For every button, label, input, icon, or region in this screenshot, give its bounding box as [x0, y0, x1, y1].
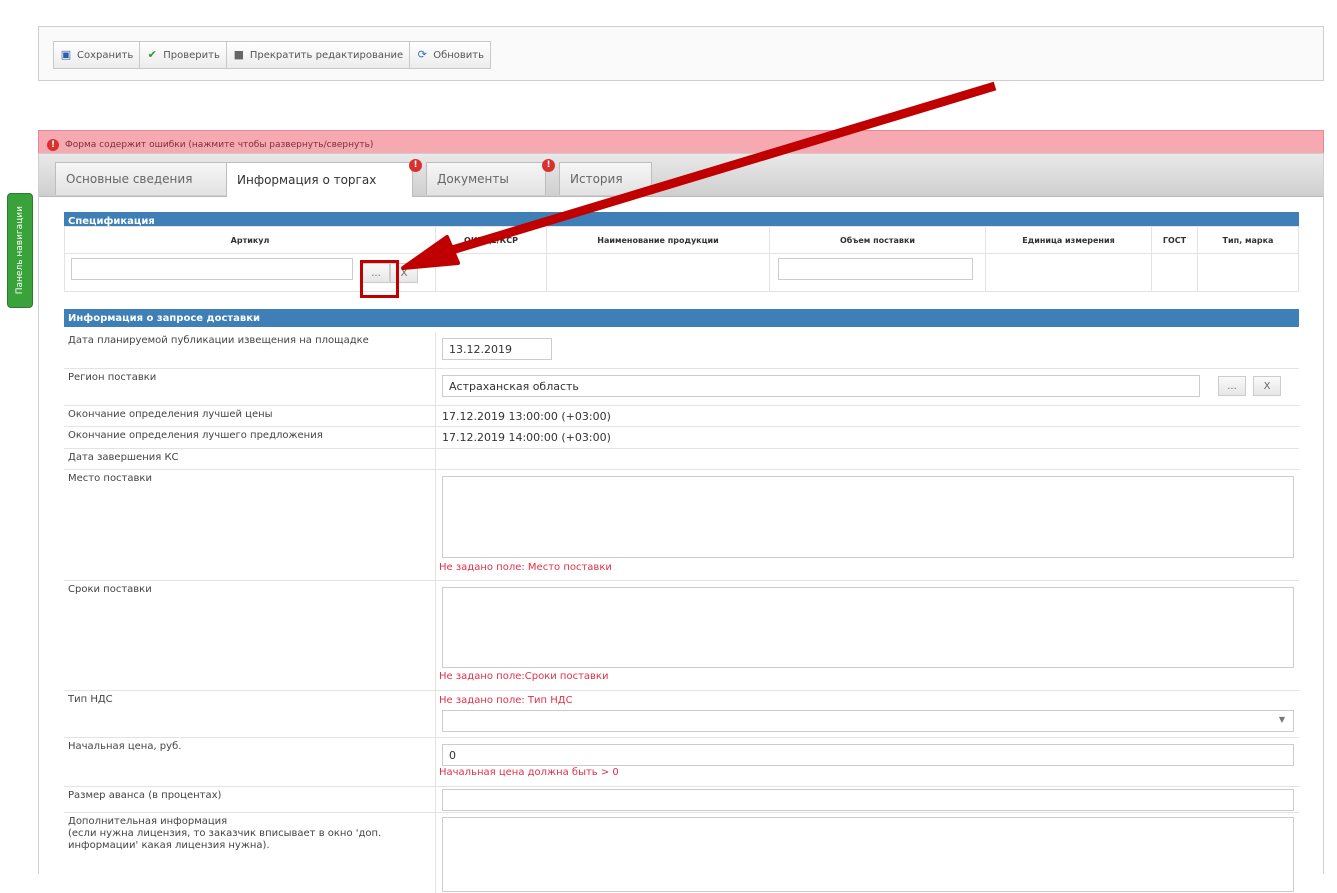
region-row: Регион поставки ... X — [64, 369, 1299, 406]
price-label: Начальная цена, руб. — [68, 741, 182, 752]
gost-cell — [1151, 253, 1198, 292]
best-price-end-label: Окончание определения лучшей цены — [68, 409, 273, 420]
terms-label: Сроки поставки — [68, 584, 152, 595]
ks-end-label: Дата завершения КС — [68, 452, 179, 463]
tab-basic-info[interactable]: Основные сведения — [55, 162, 227, 195]
floppy-disk-icon: ▣ — [60, 48, 72, 61]
col-type-brand: Тип, марка — [1197, 226, 1299, 254]
spec-table: Артикул ОКПД2/КСР Наименование продукции… — [64, 226, 1299, 292]
type-brand-cell — [1197, 253, 1299, 292]
main-panel: Основные сведения Информация о торгах ! … — [38, 153, 1324, 893]
delivery-section-title: Информация о запросе доставки — [68, 312, 261, 324]
advance-input[interactable] — [442, 789, 1294, 811]
best-offer-end-label: Окончание определения лучшего предложени… — [68, 430, 323, 441]
volume-input[interactable] — [778, 258, 973, 280]
best-offer-end-row: Окончание определения лучшего предложени… — [64, 427, 1299, 449]
refresh-icon: ⟳ — [417, 48, 427, 61]
spec-section-title: Спецификация — [68, 215, 155, 227]
region-browse-button[interactable]: ... — [1218, 376, 1246, 396]
tab-documents[interactable]: Документы ! — [426, 159, 555, 195]
tab-label: Информация о торгах — [237, 173, 377, 187]
vat-select[interactable]: ▼ — [442, 710, 1294, 732]
col-article: Артикул — [64, 226, 436, 254]
refresh-label: Обновить — [433, 49, 485, 61]
error-icon: ! — [47, 139, 59, 151]
region-clear-button[interactable]: X — [1253, 376, 1281, 396]
navigation-panel-tab[interactable]: Панель навигации — [7, 193, 33, 308]
table-row: ... X — [64, 253, 1299, 292]
save-button[interactable]: ▣ Сохранить — [53, 41, 141, 69]
volume-cell — [769, 253, 986, 292]
place-textarea[interactable] — [442, 476, 1294, 558]
vat-label: Тип НДС — [68, 694, 113, 705]
pub-date-label: Дата планируемой публикации извещения на… — [68, 335, 369, 346]
advance-label: Размер аванса (в процентах) — [68, 790, 222, 801]
region-input[interactable] — [442, 375, 1200, 397]
product-name-cell — [546, 253, 770, 292]
tab-label: Основные сведения — [66, 172, 193, 186]
price-input[interactable] — [442, 744, 1294, 766]
col-gost: ГОСТ — [1151, 226, 1198, 254]
pub-date-row: Дата планируемой публикации извещения на… — [64, 332, 1299, 369]
callout-highlight-box — [360, 260, 399, 298]
navigation-panel-label: Панель навигации — [15, 206, 25, 295]
col-okpd: ОКПД2/КСР — [435, 226, 547, 254]
col-product-name: Наименование продукции — [546, 226, 770, 254]
terms-textarea[interactable] — [442, 587, 1294, 668]
tab-error-icon: ! — [409, 159, 422, 172]
col-unit: Единица измерения — [985, 226, 1152, 254]
tab-strip: Основные сведения Информация о торгах ! … — [39, 154, 1323, 197]
advance-row: Размер аванса (в процентах) — [64, 787, 1299, 813]
tab-history[interactable]: История — [559, 162, 652, 195]
place-row: Место поставки Не задано поле: Место пос… — [64, 470, 1299, 581]
region-label: Регион поставки — [68, 372, 157, 383]
stop-editing-button[interactable]: ■ Прекратить редактирование — [225, 41, 411, 69]
vat-row: Тип НДС Не задано поле: Тип НДС ▼ — [64, 691, 1299, 738]
tab-tender-info[interactable]: Информация о торгах ! — [226, 159, 422, 197]
save-label: Сохранить — [77, 49, 134, 61]
error-banner-text: Форма содержит ошибки (нажмите чтобы раз… — [65, 140, 374, 150]
col-volume: Объем поставки — [769, 226, 986, 254]
ks-end-row: Дата завершения КС — [64, 449, 1299, 470]
check-button[interactable]: ✔ Проверить — [139, 41, 227, 69]
stop-icon: ■ — [233, 48, 245, 61]
okpd-cell — [435, 253, 547, 292]
extra-info-title: Дополнительная информация — [68, 816, 228, 827]
unit-cell — [985, 253, 1152, 292]
price-row: Начальная цена, руб. Начальная цена долж… — [64, 738, 1299, 787]
checkmark-icon: ✔ — [147, 48, 157, 61]
extra-info-row: Дополнительная информация (если нужна ли… — [64, 813, 1299, 893]
stop-editing-label: Прекратить редактирование — [249, 49, 404, 61]
tab-error-icon: ! — [542, 159, 555, 172]
tab-label: Документы — [437, 172, 509, 186]
best-offer-end-value: 17.12.2019 14:00:00 (+03:00) — [442, 431, 611, 444]
price-error: Начальная цена должна быть > 0 — [439, 767, 619, 778]
check-label: Проверить — [163, 49, 220, 61]
best-price-end-row: Окончание определения лучшей цены 17.12.… — [64, 406, 1299, 427]
toolbar: ▣ Сохранить ✔ Проверить ■ Прекратить ред… — [38, 26, 1324, 81]
extra-info-label: Дополнительная информация (если нужна ли… — [68, 816, 428, 852]
place-label: Место поставки — [68, 473, 152, 484]
article-input[interactable] — [71, 258, 353, 280]
delivery-form: Дата планируемой публикации извещения на… — [64, 332, 1299, 893]
best-price-end-value: 17.12.2019 13:00:00 (+03:00) — [442, 410, 611, 423]
pub-date-input[interactable] — [442, 338, 552, 360]
terms-row: Сроки поставки Не задано поле:Сроки пост… — [64, 581, 1299, 691]
extra-info-textarea[interactable] — [442, 817, 1294, 892]
vat-error: Не задано поле: Тип НДС — [439, 695, 573, 706]
tab-label: История — [570, 172, 623, 186]
refresh-button[interactable]: ⟳ Обновить — [409, 41, 492, 69]
place-error: Не задано поле: Место поставки — [439, 562, 612, 573]
terms-error: Не задано поле:Сроки поставки — [439, 671, 609, 682]
extra-info-hint: (если нужна лицензия, то заказчик вписыв… — [68, 828, 382, 851]
chevron-down-icon: ▼ — [1278, 715, 1285, 724]
delivery-section-header: Информация о запросе доставки — [64, 309, 1299, 327]
